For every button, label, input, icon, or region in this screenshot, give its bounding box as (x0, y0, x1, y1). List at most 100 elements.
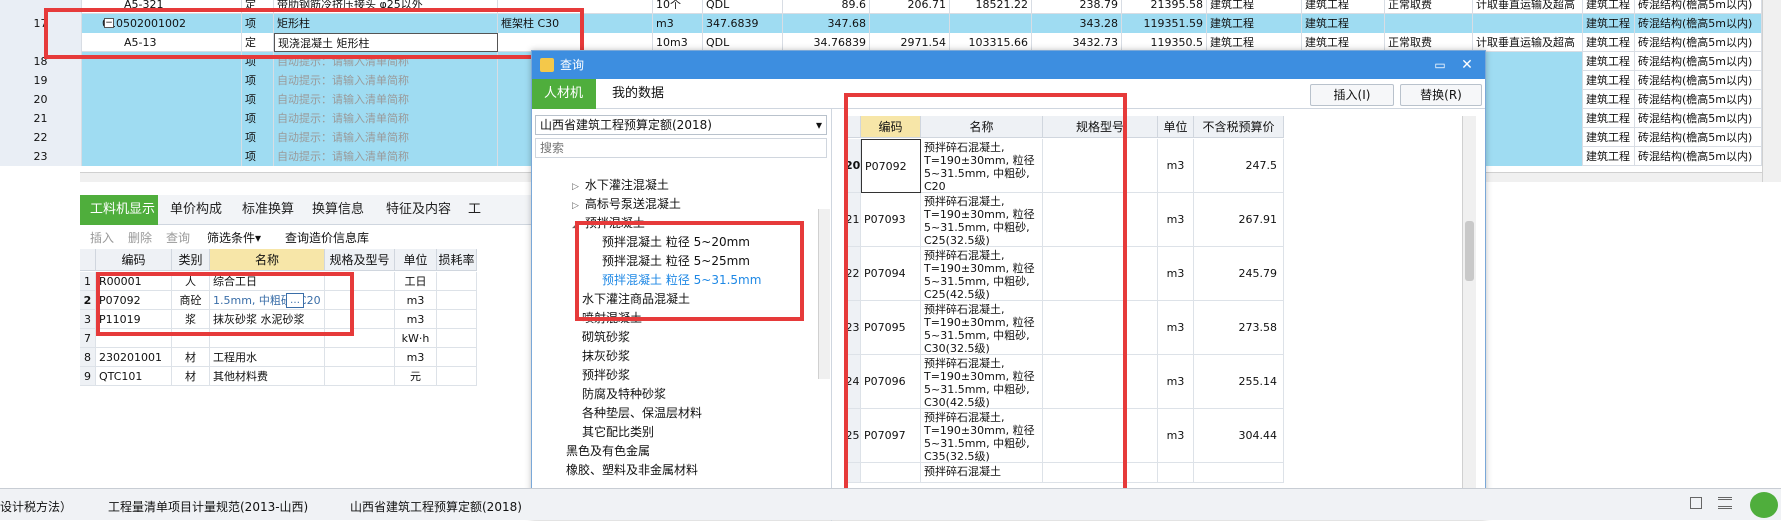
cell-loss[interactable] (437, 348, 477, 367)
insert-dialog-button[interactable]: 插入(I) (1310, 84, 1394, 106)
cell-code[interactable]: QTC101 (96, 367, 172, 386)
cell-c3[interactable]: 建筑工程 (1207, 14, 1302, 33)
cell-c7[interactable]: 建筑工程 (1583, 71, 1635, 90)
cell-c7[interactable]: 建筑工程 (1583, 128, 1635, 147)
cell-c6[interactable] (1473, 71, 1583, 90)
tab-0[interactable]: 工料机显示 (80, 195, 158, 225)
cell-c8[interactable]: 砖混结构(檐高5m以内) (1635, 109, 1762, 128)
cell-loss[interactable] (437, 272, 477, 291)
cell-expr[interactable]: QDL (703, 0, 783, 14)
grid-cell-code[interactable]: P07093 (861, 193, 921, 247)
cell-type[interactable]: 项 (242, 71, 274, 90)
cell-total[interactable]: 18521.22 (950, 0, 1032, 14)
cell-spec[interactable] (325, 329, 395, 348)
grid-cell-unit[interactable] (1158, 463, 1194, 483)
cell-code[interactable] (82, 52, 242, 71)
cell-name[interactable]: 自动提示：请输入清单简称 (274, 52, 498, 71)
grid-cell-name[interactable]: 预拌碎石混凝土, T=190±30mm, 粒径5~31.5mm, 中粗砂, C3… (921, 409, 1043, 463)
cell-code[interactable]: 230201001 (96, 348, 172, 367)
grid-cell-price[interactable]: 255.14 (1194, 355, 1284, 409)
expand-icon[interactable]: ▷ (572, 182, 579, 192)
collapse-icon[interactable]: − (104, 18, 114, 28)
cell-code[interactable] (82, 90, 242, 109)
cell-type[interactable]: 项 (242, 128, 274, 147)
cell-type[interactable]: 项 (242, 147, 274, 166)
grid-cell-spec[interactable] (1043, 139, 1158, 193)
tree-node[interactable]: 砌筑砂浆 (582, 327, 630, 347)
table-row[interactable]: A5-321 定带肋钢筋冷挤压接头 φ25以外 10个 QDL 89.6 206.71 18… (0, 0, 1781, 14)
cell-code[interactable]: P07092 (96, 291, 172, 310)
cell-type[interactable]: 项 (242, 52, 274, 71)
cell-code[interactable] (82, 147, 242, 166)
tree-node[interactable]: 黑色及有色金属 (566, 441, 650, 461)
cell-unit[interactable]: kW·h (395, 329, 437, 348)
replace-button[interactable]: 替换(R) (1400, 84, 1482, 106)
cell-code[interactable] (96, 329, 172, 348)
tree-node[interactable]: 抹灰砂浆 (582, 346, 630, 366)
cell-spec[interactable] (325, 348, 395, 367)
cell-loss[interactable] (437, 291, 477, 310)
cell-unit[interactable]: 10个 (653, 0, 703, 14)
cell-type[interactable]: 项 (242, 90, 274, 109)
cell-code[interactable]: R00001 (96, 272, 172, 291)
cell-loss[interactable] (437, 310, 477, 329)
cell-c8[interactable]: 砖混结构(檐高5m以内) (1635, 90, 1762, 109)
cell-name[interactable]: 自动提示：请输入清单简称 (274, 71, 498, 90)
cell-loss[interactable] (437, 329, 477, 348)
grid-cell-name[interactable]: 预拌碎石混凝土 (921, 463, 1043, 483)
cell-c8[interactable]: 砖混结构(檐高5m以内) (1635, 33, 1762, 52)
layout-icon[interactable] (1690, 497, 1702, 509)
cell-c5[interactable]: 正常取费 (1385, 0, 1473, 14)
cell-unit[interactable]: m3 (653, 14, 703, 33)
assistant-icon[interactable] (1750, 492, 1778, 518)
cell-cat[interactable]: 材 (172, 367, 210, 386)
grid-cell-spec[interactable] (1043, 301, 1158, 355)
insert-button[interactable]: 插入 (90, 229, 114, 246)
grid-view-icon[interactable] (1718, 497, 1732, 509)
status-item-tax[interactable]: 设计税方法） (0, 498, 72, 515)
cell-c7[interactable]: 建筑工程 (1583, 147, 1635, 166)
cell-name[interactable]: 矩形柱 (274, 14, 498, 33)
query-button[interactable]: 查询 (166, 229, 190, 246)
grid-cell-price[interactable]: 245.79 (1194, 247, 1284, 301)
grid-scrollbar[interactable] (1462, 116, 1476, 516)
cell-qty[interactable]: 347.68 (783, 14, 870, 33)
library-select[interactable]: 山西省建筑工程预算定额(2018) ▾ (535, 115, 827, 135)
tree-node[interactable]: 预拌砂浆 (582, 365, 630, 385)
cell-c6[interactable] (1473, 109, 1583, 128)
cell-c8[interactable]: 砖混结构(檐高5m以内) (1635, 52, 1762, 71)
tree-node[interactable]: 各种垫层、保温层材料 (582, 403, 702, 423)
tree-node[interactable]: ◢ 预拌混凝土 (572, 213, 645, 233)
cell-feature[interactable] (498, 0, 653, 14)
cell-name[interactable]: 自动提示：请输入清单简称 (274, 90, 498, 109)
cell-name[interactable] (210, 329, 325, 348)
cell-code[interactable] (82, 109, 242, 128)
tree-node[interactable]: ▷ 水下灌注混凝土 (572, 175, 669, 195)
grid-cell-code[interactable]: P07094 (861, 247, 921, 301)
header-spec[interactable]: 规格及型号 (325, 249, 395, 271)
grid-header-name[interactable]: 名称 (921, 116, 1043, 138)
cell-type[interactable]: 项 (242, 14, 274, 33)
cell-cat[interactable] (172, 329, 210, 348)
grid-cell-name[interactable]: 预拌碎石混凝土, T=190±30mm, 粒径5~31.5mm, 中粗砂, C2… (921, 193, 1043, 247)
delete-button[interactable]: 删除 (128, 229, 152, 246)
grid-cell-code[interactable]: P07096 (861, 355, 921, 409)
cell-cat[interactable]: 材 (172, 348, 210, 367)
cell-code[interactable] (82, 71, 242, 90)
grid-cell-name[interactable]: 预拌碎石混凝土, T=190±30mm, 粒径5~31.5mm, 中粗砂, C3… (921, 301, 1043, 355)
cell-spec[interactable] (325, 291, 395, 310)
tree-node[interactable]: 预拌混凝土 粒径 5~31.5mm (602, 270, 761, 290)
tab-labor-material[interactable]: 人材机 (532, 79, 596, 109)
cell-c7[interactable]: 建筑工程 (1583, 0, 1635, 14)
grid-cell-price[interactable]: 247.5 (1194, 139, 1284, 193)
grid-header-price[interactable]: 不含税预算价 (1194, 116, 1284, 138)
cell-c7[interactable]: 建筑工程 (1583, 90, 1635, 109)
cell-c6[interactable] (1473, 147, 1583, 166)
cell-c7[interactable]: 建筑工程 (1583, 109, 1635, 128)
grid-cell-unit[interactable]: m3 (1158, 301, 1194, 355)
tree-node[interactable]: 其它配比类别 (582, 422, 654, 442)
cell-c6[interactable]: 计取垂直运输及超高 (1473, 0, 1583, 14)
filter-dropdown[interactable]: 筛选条件▾ (207, 229, 261, 246)
expand-icon[interactable]: ▷ (572, 201, 579, 211)
cell-c8[interactable]: 砖混结构(檐高5m以内) (1635, 71, 1762, 90)
